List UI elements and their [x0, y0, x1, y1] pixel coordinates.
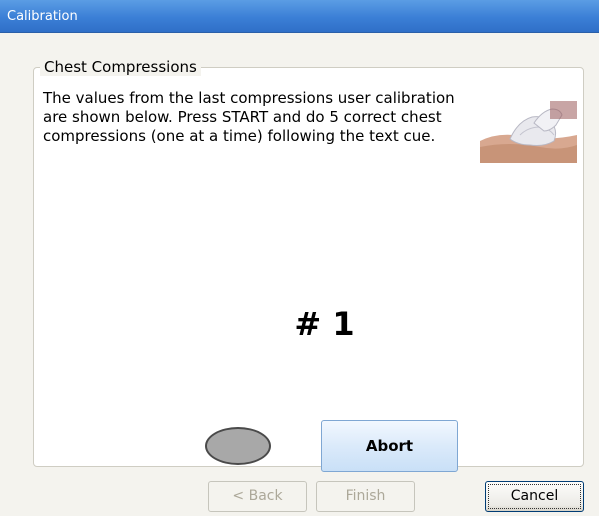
abort-button[interactable]: Abort	[321, 420, 458, 472]
back-button[interactable]: < Back	[208, 481, 307, 512]
status-indicator	[205, 427, 271, 465]
window-titlebar[interactable]: Calibration	[0, 0, 599, 33]
compression-counter: # 1	[294, 305, 355, 343]
group-legend: Chest Compressions	[40, 58, 201, 76]
window-title: Calibration	[7, 9, 78, 24]
cancel-button[interactable]: Cancel	[485, 481, 584, 512]
cpr-hands-photo-icon	[480, 101, 577, 163]
instructions-text: The values from the last compressions us…	[43, 89, 455, 145]
chest-compressions-group: Chest Compressions The values from the l…	[33, 58, 584, 472]
cpr-photo-svg	[480, 101, 577, 163]
dialog-body: Chest Compressions The values from the l…	[0, 33, 599, 516]
finish-button[interactable]: Finish	[316, 481, 415, 512]
